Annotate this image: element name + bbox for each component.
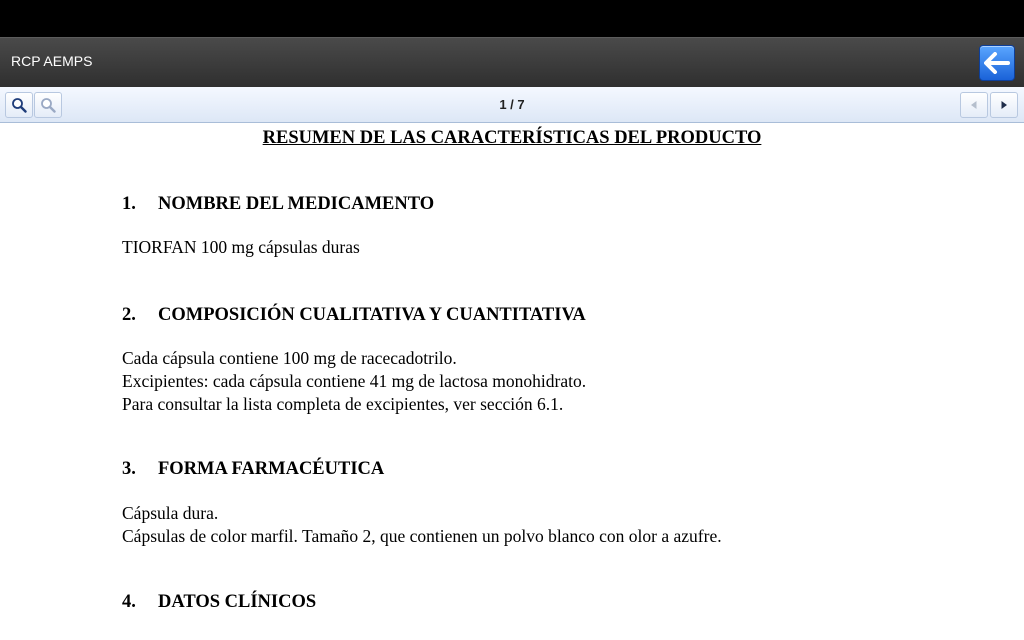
body-line: Cápsulas de color marfil. Tamaño 2, que … — [122, 526, 722, 546]
body-line: Cápsula dura. — [122, 503, 219, 523]
section-title: FORMA FARMACÉUTICA — [158, 459, 385, 479]
back-button[interactable] — [979, 45, 1015, 81]
zoom-out-icon — [41, 98, 56, 113]
section-body-2: Cada cápsula contiene 100 mg de racecado… — [122, 347, 586, 416]
arrow-left-icon — [984, 52, 1010, 74]
section-title: NOMBRE DEL MEDICAMENTO — [158, 194, 435, 214]
status-bar — [0, 0, 1024, 37]
zoom-in-icon — [12, 98, 27, 113]
section-number: 3. — [122, 459, 136, 479]
zoom-out-button[interactable] — [34, 92, 62, 118]
title-bar: RCP AEMPS — [0, 37, 1024, 87]
zoom-in-button[interactable] — [5, 92, 33, 118]
section-title: COMPOSICIÓN CUALITATIVA Y CUANTITATIVA — [158, 305, 586, 325]
body-line: Excipientes: cada cápsula contiene 41 mg… — [122, 371, 587, 391]
section-body-3: Cápsula dura. Cápsulas de color marfil. … — [122, 502, 722, 548]
section-number: 2. — [122, 305, 136, 325]
triangle-left-icon — [971, 101, 977, 109]
section-heading-4: 4. DATOS CLÍNICOS — [122, 592, 316, 613]
body-line: Para consultar la lista completa de exci… — [122, 394, 564, 414]
triangle-right-icon — [1001, 101, 1007, 109]
document-view[interactable]: RESUMEN DE LAS CARACTERÍSTICAS DEL PRODU… — [0, 124, 1024, 640]
section-heading-1: 1. NOMBRE DEL MEDICAMENTO — [122, 194, 434, 215]
next-page-button[interactable] — [990, 92, 1018, 118]
section-title: DATOS CLÍNICOS — [158, 592, 317, 612]
body-line: TIORFAN 100 mg cápsulas duras — [122, 237, 360, 257]
app-title: RCP AEMPS — [11, 53, 93, 69]
section-body-1: TIORFAN 100 mg cápsulas duras — [122, 236, 360, 259]
pdf-toolbar: 1 / 7 — [0, 87, 1024, 123]
section-heading-3: 3. FORMA FARMACÉUTICA — [122, 459, 384, 480]
body-line: Cada cápsula contiene 100 mg de racecado… — [122, 348, 457, 368]
section-number: 1. — [122, 194, 136, 214]
document-title: RESUMEN DE LAS CARACTERÍSTICAS DEL PRODU… — [262, 128, 762, 148]
prev-page-button[interactable] — [960, 92, 988, 118]
page-indicator: 1 / 7 — [499, 97, 525, 112]
section-number: 4. — [122, 592, 136, 612]
section-heading-2: 2. COMPOSICIÓN CUALITATIVA Y CUANTITATIVA — [122, 305, 586, 326]
